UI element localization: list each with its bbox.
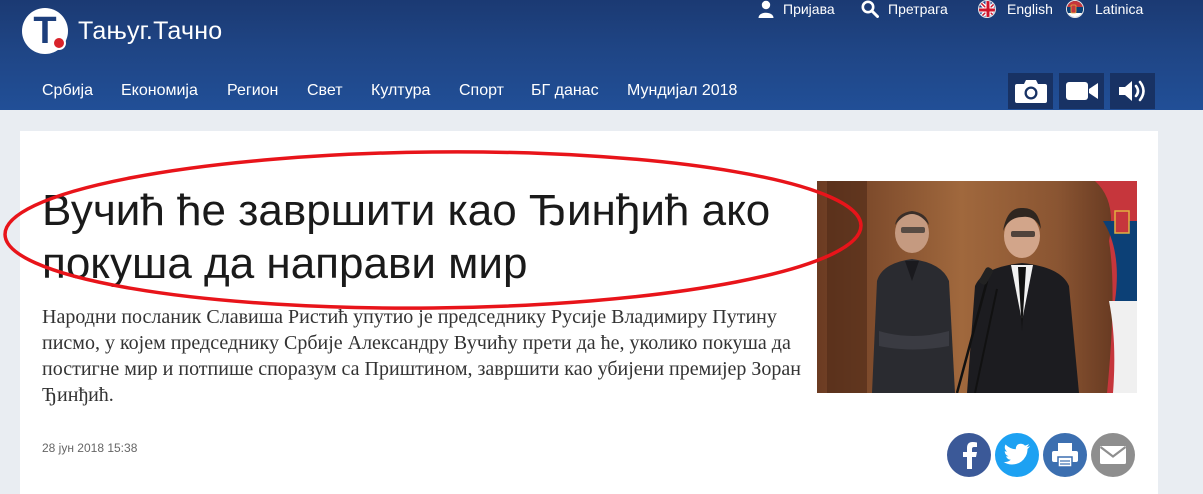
share-print-button[interactable] [1043,433,1087,477]
logo-globe-icon [52,36,66,50]
nav-item-svet[interactable]: Свет [307,71,343,110]
login-link[interactable]: Пријава [758,0,835,18]
site-logo[interactable]: T Тањуг.Тачно [22,8,222,54]
print-icon [1052,443,1078,468]
email-icon [1099,446,1127,464]
english-link[interactable]: English [978,0,1053,18]
video-button[interactable] [1059,73,1104,109]
search-icon [861,0,879,18]
search-label: Претрага [888,1,948,17]
video-icon [1065,82,1098,100]
serbia-flag-icon [1066,0,1084,18]
nav-item-sport[interactable]: Спорт [459,71,504,110]
article-photo[interactable] [817,181,1137,393]
facebook-icon [963,442,977,469]
user-icon [758,0,774,18]
camera-icon [1014,80,1047,103]
article-lead: Народни посланик Славиша Ристић упутио ј… [42,306,802,406]
uk-flag-icon [978,0,996,18]
article-date: 28 јун 2018 15:38 [42,441,138,455]
nav-item-kultura[interactable]: Култура [371,71,430,110]
nav-item-ekonomija[interactable]: Економија [121,71,198,110]
login-label: Пријава [783,1,835,17]
nav-item-mundijal[interactable]: Мундијал 2018 [627,71,737,110]
share-email-button[interactable] [1091,433,1135,477]
audio-icon [1118,80,1145,102]
share-facebook-button[interactable] [947,433,991,477]
nav-item-srbija[interactable]: Србија [42,71,93,110]
logo-mark-icon: T [22,8,68,54]
nav-item-bg-danas[interactable]: БГ данас [531,71,599,110]
share-twitter-button[interactable] [995,433,1039,477]
nav-item-region[interactable]: Регион [227,71,278,110]
english-label: English [1007,1,1053,17]
latinica-link[interactable]: Latinica [1066,0,1143,18]
article-headline[interactable]: Вучић ће завршити као Ђинђић ако покуша … [42,184,812,290]
photo-button[interactable] [1008,73,1053,109]
twitter-icon [1003,443,1030,465]
search-link[interactable]: Претрага [861,0,948,18]
logo-text: Тањуг.Тачно [78,16,223,45]
article-card: Вучић ће завршити као Ђинђић ако покуша … [20,131,1158,494]
audio-button[interactable] [1110,73,1155,109]
latinica-label: Latinica [1095,1,1144,17]
